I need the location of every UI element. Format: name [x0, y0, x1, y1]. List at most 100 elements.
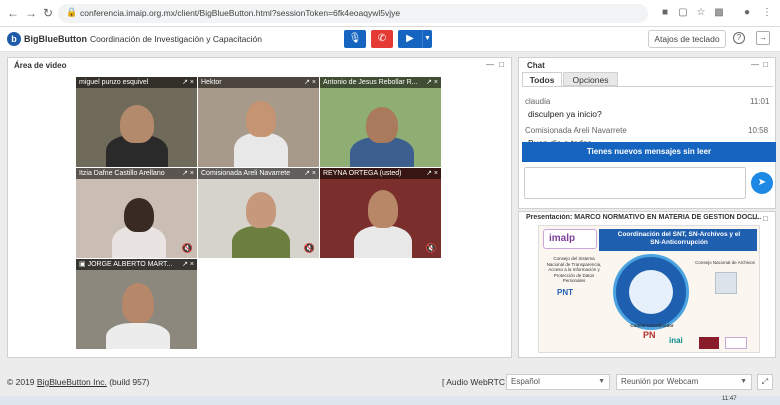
- audio-status: [ Audio WebRTC ]: [442, 377, 510, 387]
- extensions-icon[interactable]: ▩: [712, 7, 726, 18]
- institution-logo: [725, 337, 747, 349]
- back-icon[interactable]: ←: [6, 6, 20, 20]
- forward-icon[interactable]: →: [24, 6, 38, 20]
- send-arrow-icon: ➤: [757, 177, 767, 188]
- copyright-prefix: © 2019: [7, 377, 37, 387]
- video-tile[interactable]: Hektor ↗ ×: [198, 77, 319, 167]
- video-tile[interactable]: Comisionada Areli Navarrete ↗ × 🔇: [198, 168, 319, 258]
- shortcuts-button[interactable]: Atajos de teclado: [648, 30, 726, 48]
- slide-logo: imalp: [549, 233, 576, 244]
- tile-controls-icon[interactable]: ↗ ×: [304, 168, 316, 179]
- slide-left-text: Consejo del Sistema Nacional de Transpar…: [546, 256, 602, 283]
- tile-controls-icon[interactable]: ↗ ×: [182, 259, 194, 270]
- presentation-title: Presentación: MARCO NORMATIVO EN MATERIA…: [526, 214, 761, 221]
- bigbluebutton-link[interactable]: BigBlueButton Inc.: [37, 377, 107, 387]
- tab-options[interactable]: Opciones: [563, 72, 618, 86]
- archive-icon: [715, 272, 737, 294]
- participant-name: REYNA ORTEGA (usted): [320, 168, 441, 179]
- participant-name: Antonio de Jesus Rebollar R...: [320, 77, 441, 88]
- logout-icon[interactable]: →: [756, 31, 770, 45]
- taskbar-clock: 11:47: [722, 396, 737, 402]
- lock-icon: 🔒: [66, 7, 78, 17]
- slide-pnt: PNT: [557, 288, 573, 297]
- presentation-slide[interactable]: imalp Coordinación del SNT, SN-Archivos …: [538, 225, 760, 353]
- muted-microphone-icon: 🔇: [425, 243, 437, 253]
- fullscreen-icon[interactable]: ⤢: [757, 374, 773, 390]
- slide-right-text: Consejo Nacional de Archivos: [695, 260, 755, 265]
- meeting-title: Coordinación de Investigación y Capacita…: [90, 34, 262, 44]
- video-panel-title: Área de video: [14, 61, 67, 70]
- microphone-icon: 🎙: [348, 33, 362, 44]
- build-number: (build 957): [106, 377, 150, 387]
- muted-microphone-icon: 🔇: [303, 243, 315, 253]
- chevron-down-icon: ▼: [740, 378, 747, 385]
- language-value: Español: [511, 377, 540, 386]
- language-select[interactable]: Español ▼: [506, 374, 610, 390]
- tile-controls-icon[interactable]: ↗ ×: [182, 77, 194, 88]
- profile-icon[interactable]: ●: [740, 7, 754, 18]
- chat-panel-title: Chat: [527, 61, 545, 70]
- maximize-icon[interactable]: □: [763, 60, 768, 69]
- app-name: BigBlueButton: [24, 34, 87, 44]
- join-mode-select[interactable]: Reunión por Webcam ▼: [616, 374, 752, 390]
- bookmark-star-icon[interactable]: ☆: [694, 7, 708, 18]
- leave-audio-button[interactable]: ✆: [371, 30, 393, 48]
- slide-bottom-text: Comité Coordinador: [630, 323, 674, 328]
- participant-name: Hektor: [198, 77, 319, 88]
- message-time: 11:01: [750, 97, 770, 106]
- slide-heading: Coordinación del SNT, SN-Archivos y el S…: [603, 231, 755, 247]
- join-mode-value: Reunión por Webcam: [621, 377, 699, 386]
- os-taskbar: [0, 396, 780, 405]
- help-icon[interactable]: ?: [733, 32, 745, 44]
- chat-message-input[interactable]: [524, 167, 746, 199]
- send-button[interactable]: ➤: [751, 172, 773, 194]
- maximize-icon[interactable]: □: [499, 60, 504, 69]
- video-tile[interactable]: Antonio de Jesus Rebollar R... ↗ ×: [320, 77, 441, 167]
- slide-diagram-center: [629, 270, 673, 314]
- slide-heading-line2: SN-Anticorrupción: [650, 239, 708, 246]
- message-author: claudia: [525, 97, 551, 106]
- tile-controls-icon[interactable]: ↗ ×: [304, 77, 316, 88]
- video-tile[interactable]: miguel punzo esquivel ↗ ×: [76, 77, 197, 167]
- tile-controls-icon[interactable]: ↗ ×: [426, 168, 438, 179]
- caret-down-icon: ▼: [424, 35, 431, 42]
- phone-icon: ✆: [377, 33, 387, 44]
- participant-name-text: JORGE ALBERTO MART...: [87, 261, 173, 268]
- video-camera-icon: ▶: [406, 33, 414, 44]
- webcam-button[interactable]: ▶: [398, 30, 422, 48]
- minimize-icon[interactable]: —: [751, 60, 759, 69]
- maximize-icon[interactable]: □: [763, 214, 768, 223]
- user-icon: ▣: [79, 261, 88, 268]
- chat-message-list: claudia 11:01 disculpen ya inicio? Comis…: [522, 86, 773, 146]
- participant-name: ▣ JORGE ALBERTO MART...: [76, 259, 197, 270]
- microphone-button[interactable]: 🎙: [344, 30, 366, 48]
- institution-logo: [699, 337, 719, 349]
- video-tile[interactable]: REYNA ORTEGA (usted) ↗ × 🔇: [320, 168, 441, 258]
- bigbluebutton-logo: b: [7, 32, 21, 46]
- tile-controls-icon[interactable]: ↗ ×: [182, 168, 194, 179]
- webcam-options-button[interactable]: ▼: [422, 30, 432, 48]
- message-text: disculpen ya inicio?: [528, 109, 602, 119]
- video-tile[interactable]: Itzia Dafne Castillo Arellano ↗ × 🔇: [76, 168, 197, 258]
- message-author: Comisionada Areli Navarrete: [525, 126, 627, 135]
- tile-controls-icon[interactable]: ↗ ×: [426, 77, 438, 88]
- video-tile[interactable]: ▣ JORGE ALBERTO MART... ↗ ×: [76, 259, 197, 349]
- participant-name: Itzia Dafne Castillo Arellano: [76, 168, 197, 179]
- slide-pn: PN: [643, 330, 656, 340]
- reload-icon[interactable]: ↻: [41, 6, 55, 20]
- translate-icon[interactable]: ▢: [676, 7, 690, 18]
- participant-name: miguel punzo esquivel: [76, 77, 197, 88]
- muted-microphone-icon: 🔇: [181, 243, 193, 253]
- copyright-text: © 2019 BigBlueButton Inc. (build 957): [7, 377, 149, 387]
- message-time: 10:58: [748, 126, 769, 135]
- participant-name: Comisionada Areli Navarrete: [198, 168, 319, 179]
- chevron-down-icon: ▼: [598, 378, 605, 385]
- slide-inai: inai: [669, 336, 683, 345]
- new-messages-button[interactable]: Tienes nuevos mensajes sin leer: [522, 142, 776, 162]
- tab-all[interactable]: Todos: [522, 72, 562, 86]
- menu-icon[interactable]: ⋮: [760, 7, 774, 18]
- camera-permission-icon[interactable]: ■: [658, 7, 672, 18]
- minimize-icon[interactable]: —: [486, 60, 494, 69]
- slide-heading-line1: Coordinación del SNT, SN-Archivos y el: [617, 231, 741, 238]
- url-text[interactable]: conferencia.imaip.org.mx/client/BigBlueB…: [80, 8, 400, 18]
